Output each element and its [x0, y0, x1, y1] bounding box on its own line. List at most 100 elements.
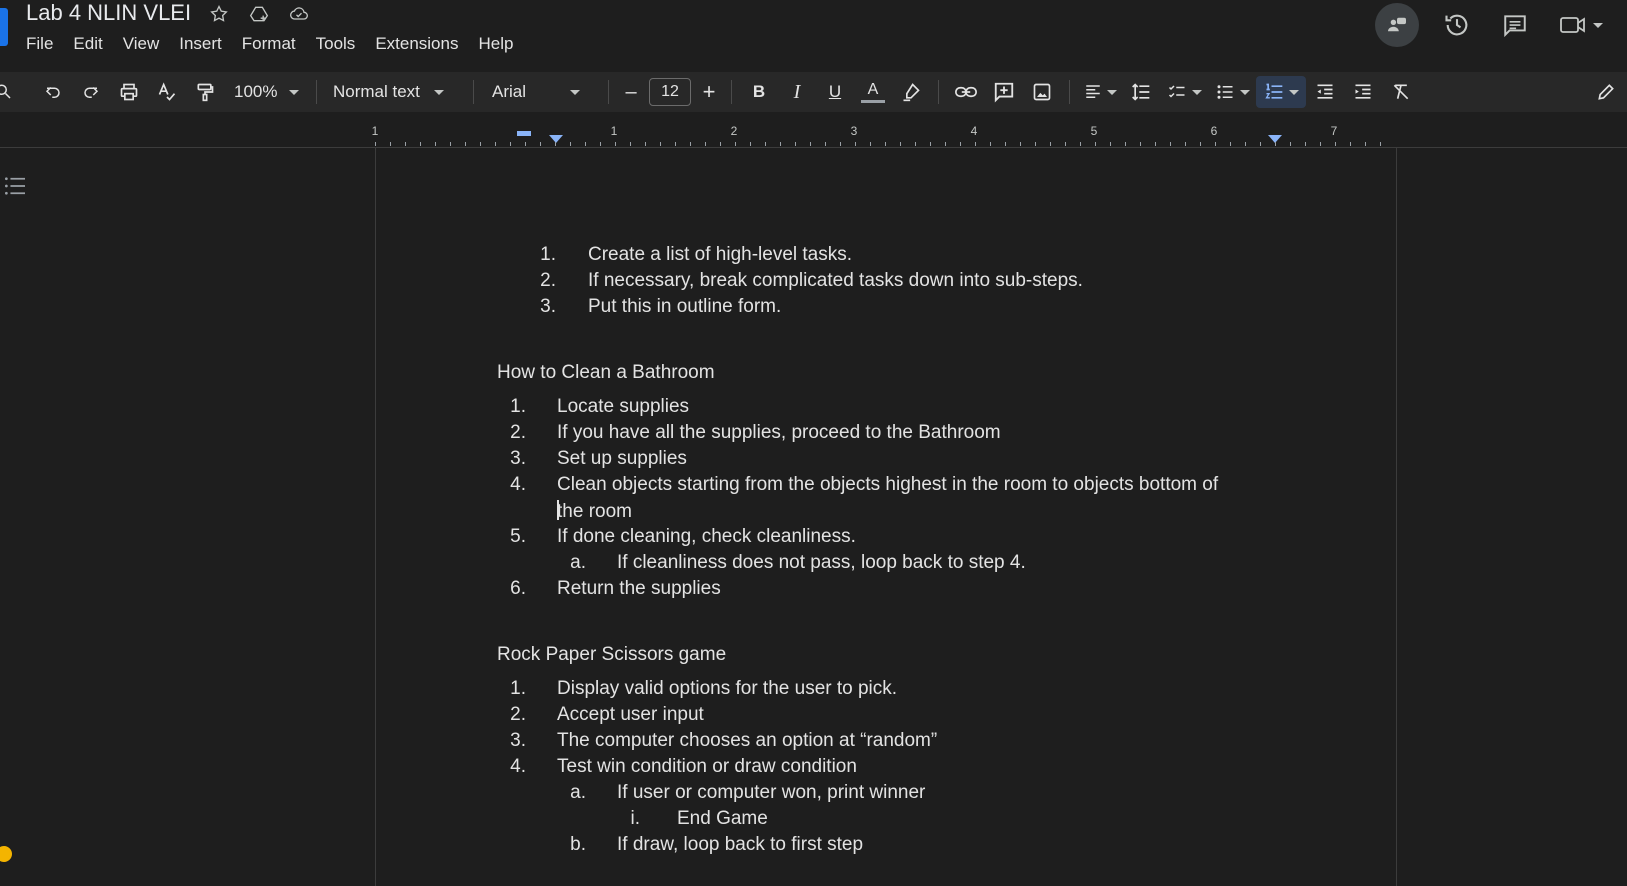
ruler-tick: [405, 142, 406, 146]
emoji-reaction-icon[interactable]: [0, 846, 12, 862]
document-outline-icon[interactable]: [4, 176, 26, 196]
left-indent-marker[interactable]: [549, 135, 563, 143]
chevron-down-icon: [289, 89, 300, 95]
list-item-continuation-text: the room: [557, 501, 632, 522]
menu-view[interactable]: View: [113, 32, 170, 56]
document-page[interactable]: 1. Create a list of high-level tasks. 2.…: [375, 148, 1397, 886]
menu-extensions[interactable]: Extensions: [365, 32, 468, 56]
editing-mode-icon[interactable]: [1587, 76, 1625, 108]
menu-bar: File Edit View Insert Format Tools Exten…: [16, 32, 523, 56]
ruler[interactable]: 1 1 2 3 4 5 6 7: [0, 118, 1627, 148]
chevron-down-icon: [1289, 89, 1299, 95]
ruler-tick: [810, 142, 811, 146]
menu-help[interactable]: Help: [468, 32, 523, 56]
print-icon[interactable]: [110, 76, 148, 108]
menu-insert[interactable]: Insert: [169, 32, 232, 56]
underline-button[interactable]: U: [816, 76, 854, 108]
list-number: 4.: [510, 474, 526, 495]
menu-format[interactable]: Format: [232, 32, 306, 56]
checklist-select[interactable]: [1160, 76, 1208, 108]
ruler-tick: [465, 142, 466, 146]
decrease-indent-icon[interactable]: [1306, 76, 1344, 108]
ruler-tick: [825, 142, 826, 146]
align-select[interactable]: [1078, 76, 1122, 108]
toolbar-divider: [1069, 80, 1070, 104]
toolbar-divider: [473, 80, 474, 104]
list-item: Locate supplies: [557, 396, 690, 417]
paint-format-icon[interactable]: [186, 76, 224, 108]
italic-button[interactable]: I: [778, 76, 816, 108]
meet-icon[interactable]: [1553, 5, 1609, 45]
undo-icon[interactable]: [34, 76, 72, 108]
present-button[interactable]: [1375, 3, 1419, 47]
text-color-button[interactable]: A: [854, 76, 892, 108]
section-heading: How to Clean a Bathroom: [497, 362, 715, 383]
menu-file[interactable]: File: [16, 32, 63, 56]
paragraph-style-select[interactable]: Normal text: [325, 76, 465, 108]
list-number: 6.: [510, 578, 526, 599]
decrease-font-size-button[interactable]: –: [617, 76, 645, 108]
ruler-number: 3: [850, 124, 858, 138]
docs-logo-icon[interactable]: [0, 8, 8, 46]
list-item: Create a list of high-level tasks.: [588, 244, 853, 265]
ruler-scale: 1 1 2 3 4 5 6 7: [372, 118, 1397, 148]
ruler-tick: [510, 142, 511, 146]
bulleted-list-select[interactable]: [1208, 76, 1256, 108]
insert-image-icon[interactable]: [1023, 76, 1061, 108]
toolbar-divider: [731, 80, 732, 104]
zoom-select[interactable]: 100%: [234, 76, 312, 108]
section-heading: Rock Paper Scissors game: [497, 644, 727, 665]
list-item: Return the supplies: [557, 578, 721, 599]
ruler-tick: [585, 142, 586, 146]
add-comment-icon[interactable]: [985, 76, 1023, 108]
ruler-tick: [525, 142, 526, 146]
line-spacing-icon[interactable]: [1122, 76, 1160, 108]
ruler-tick: [1185, 142, 1186, 146]
ruler-tick: [1380, 142, 1381, 146]
ruler-tick: [960, 142, 961, 146]
chevron-down-icon: [433, 89, 444, 95]
font-family-select[interactable]: Arial: [482, 76, 600, 108]
first-line-indent-marker[interactable]: [517, 131, 531, 136]
list-number: 1.: [510, 678, 526, 699]
star-icon[interactable]: [206, 2, 232, 26]
header-actions: [1375, 3, 1609, 47]
ruler-tick: [480, 142, 481, 146]
highlight-color-icon[interactable]: [892, 76, 930, 108]
bulleted-list-icon: [1217, 85, 1233, 99]
list-item: If done cleaning, check cleanliness.: [557, 526, 856, 547]
menu-edit[interactable]: Edit: [63, 32, 112, 56]
insert-link-icon[interactable]: [947, 76, 985, 108]
version-history-icon[interactable]: [1437, 5, 1477, 45]
ruler-tick: [1065, 142, 1066, 146]
ruler-tick: [720, 142, 721, 146]
spellcheck-icon[interactable]: [148, 76, 186, 108]
cloud-saved-icon[interactable]: [286, 2, 312, 26]
chevron-down-icon: [1107, 89, 1117, 95]
list-number: 2.: [510, 704, 526, 725]
ruler-number: 6: [1210, 124, 1218, 138]
list-number: 1.: [510, 396, 526, 417]
move-to-drive-icon[interactable]: [246, 2, 272, 26]
redo-icon[interactable]: [72, 76, 110, 108]
bold-button[interactable]: B: [740, 76, 778, 108]
ruler-tick: [450, 142, 451, 146]
increase-font-size-button[interactable]: +: [695, 76, 723, 108]
document-title[interactable]: Lab 4 NLIN VLEI: [26, 0, 191, 26]
font-size-field[interactable]: 12: [649, 76, 691, 108]
clear-formatting-icon[interactable]: [1382, 76, 1420, 108]
text-color-letter: A: [867, 80, 879, 98]
increase-indent-icon[interactable]: [1344, 76, 1382, 108]
ruler-tick: [990, 142, 991, 146]
list-item: Accept user input: [557, 704, 704, 725]
search-menus-icon[interactable]: [0, 76, 14, 108]
toolbar-divider: [938, 80, 939, 104]
ruler-tick: [1335, 142, 1336, 146]
ruler-tick: [1245, 142, 1246, 146]
ruler-tick: [900, 142, 901, 146]
numbered-list-select[interactable]: [1256, 76, 1306, 108]
list-item-continuation: the room: [557, 500, 632, 523]
comments-icon[interactable]: [1495, 5, 1535, 45]
menu-tools[interactable]: Tools: [306, 32, 366, 56]
ruler-tick: [1155, 142, 1156, 146]
